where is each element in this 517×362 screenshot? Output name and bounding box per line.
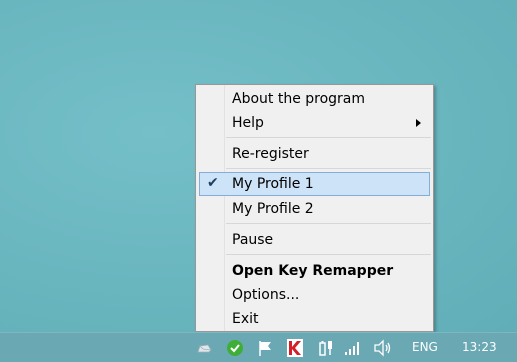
volume-icon[interactable] [373,338,393,358]
flag-icon[interactable] [255,338,275,358]
menu-item-profile-1[interactable]: ✔ My Profile 1 [199,172,430,196]
menu-separator [226,168,431,169]
menu-item-help[interactable]: Help [199,111,430,134]
clock-time[interactable]: 13:23 [462,340,497,354]
menu-item-label: Pause [232,232,274,248]
menu-separator [226,223,431,224]
menu-item-label: Help [232,115,264,131]
menu-item-label: Options... [232,287,300,303]
submenu-arrow-icon [416,119,421,127]
menu-item-options[interactable]: Options... [199,283,430,306]
menu-separator [226,254,431,255]
checkmark-icon: ✔ [207,175,219,191]
language-indicator[interactable]: ENG [412,340,438,354]
menu-item-open-key-remapper[interactable]: Open Key Remapper [199,259,430,282]
menu-item-label: My Profile 2 [232,201,314,217]
menu-item-label: About the program [232,91,366,107]
shield-check-icon[interactable] [225,338,245,358]
menu-item-about[interactable]: About the program [199,87,430,110]
menu-item-reregister[interactable]: Re-register [199,142,430,165]
tray-context-menu: About the program Help Re-register ✔ My … [195,84,434,332]
taskbar: ENG 13:23 [0,332,517,362]
battery-icon[interactable] [316,338,336,358]
menu-item-profile-2[interactable]: My Profile 2 [199,197,430,220]
menu-item-label: My Profile 1 [232,176,314,192]
menu-item-label: Open Key Remapper [232,263,394,279]
cloud-icon[interactable] [194,338,214,358]
network-signal-icon[interactable] [343,338,363,358]
kaspersky-icon[interactable] [285,338,305,358]
menu-separator [226,137,431,138]
menu-item-label: Exit [232,311,259,327]
menu-item-label: Re-register [232,146,309,162]
menu-item-exit[interactable]: Exit [199,307,430,330]
menu-item-pause[interactable]: Pause [199,228,430,251]
